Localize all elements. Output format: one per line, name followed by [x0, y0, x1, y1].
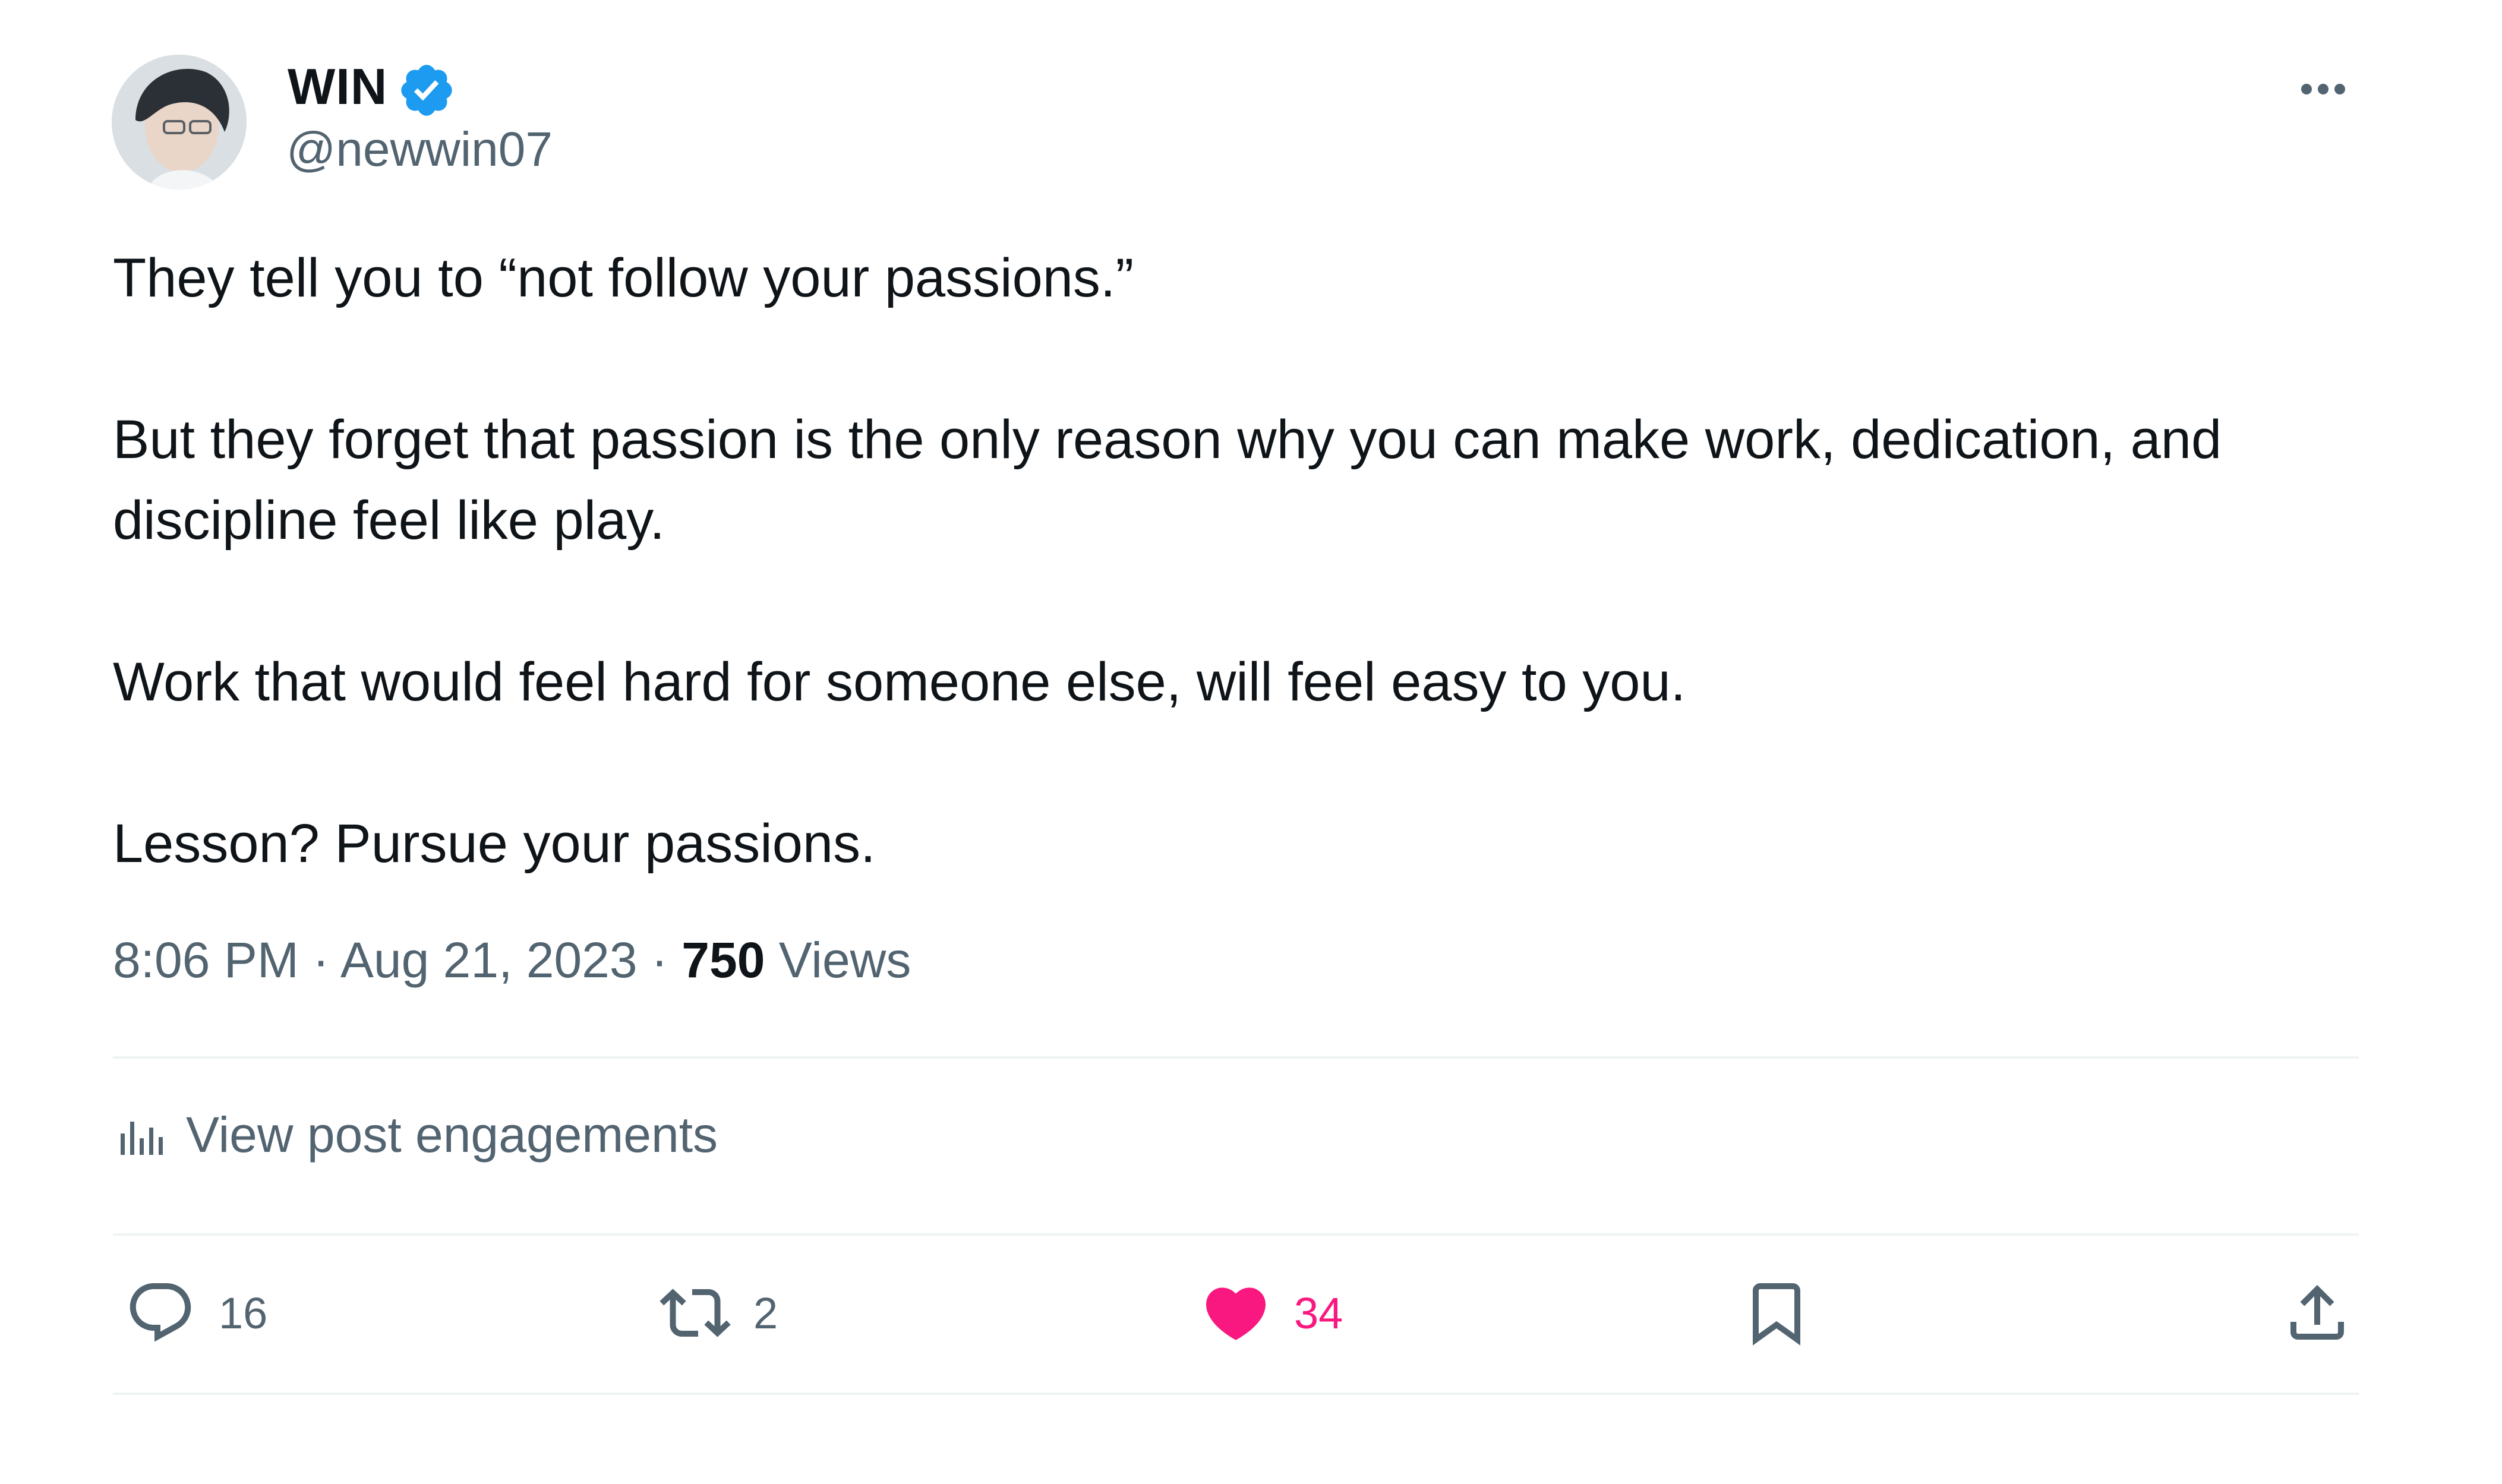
divider [113, 1056, 2359, 1059]
more-options-icon[interactable] [2288, 59, 2359, 119]
reply-count: 16 [219, 1288, 268, 1338]
retweet-icon [660, 1289, 731, 1337]
tweet-paragraph: Lesson? Pursue your passions. [113, 813, 876, 874]
reply-icon [130, 1283, 191, 1342]
views-count: 750 [681, 932, 765, 988]
share-icon [2290, 1284, 2344, 1340]
tweet-date[interactable]: Aug 21, 2023 [340, 932, 638, 988]
bookmark-icon [1753, 1283, 1800, 1346]
author-display-name[interactable]: WIN [288, 55, 387, 120]
meta-separator: · [298, 932, 340, 988]
like-button[interactable]: 34 [1200, 1277, 1343, 1349]
analytics-icon [121, 1121, 163, 1155]
retweet-button[interactable]: 2 [660, 1277, 778, 1349]
verified-badge-icon [401, 65, 452, 116]
views-label: Views [765, 932, 911, 988]
tweet-paragraph: Work that would feel hard for someone el… [113, 652, 1686, 712]
author-handle[interactable]: @newwin07 [286, 122, 553, 178]
like-count: 34 [1294, 1288, 1343, 1338]
view-engagements-link[interactable]: View post engagements [116, 1106, 718, 1164]
tweet-card: WIN @newwin07 They tell you to “not foll… [0, 0, 2502, 1484]
tweet-time[interactable]: 8:06 PM [113, 932, 299, 988]
retweet-count: 2 [753, 1288, 778, 1338]
view-engagements-label: View post engagements [186, 1107, 718, 1163]
divider [113, 1393, 2359, 1395]
tweet-paragraph: They tell you to “not follow your passio… [113, 248, 1134, 308]
tweet-paragraph: But they forget that passion is the only… [113, 409, 2222, 551]
heart-filled-icon [1206, 1287, 1266, 1340]
meta-separator: · [637, 932, 682, 988]
avatar-image [112, 55, 247, 190]
share-button[interactable] [2282, 1277, 2353, 1349]
bookmark-button[interactable] [1741, 1277, 1812, 1349]
tweet-metadata: 8:06 PM · Aug 21, 2023 · 750 Views [113, 932, 911, 989]
divider [113, 1233, 2359, 1236]
author-avatar[interactable] [112, 55, 247, 190]
reply-button[interactable]: 16 [125, 1277, 267, 1349]
tweet-text: They tell you to “not follow your passio… [113, 238, 2371, 965]
